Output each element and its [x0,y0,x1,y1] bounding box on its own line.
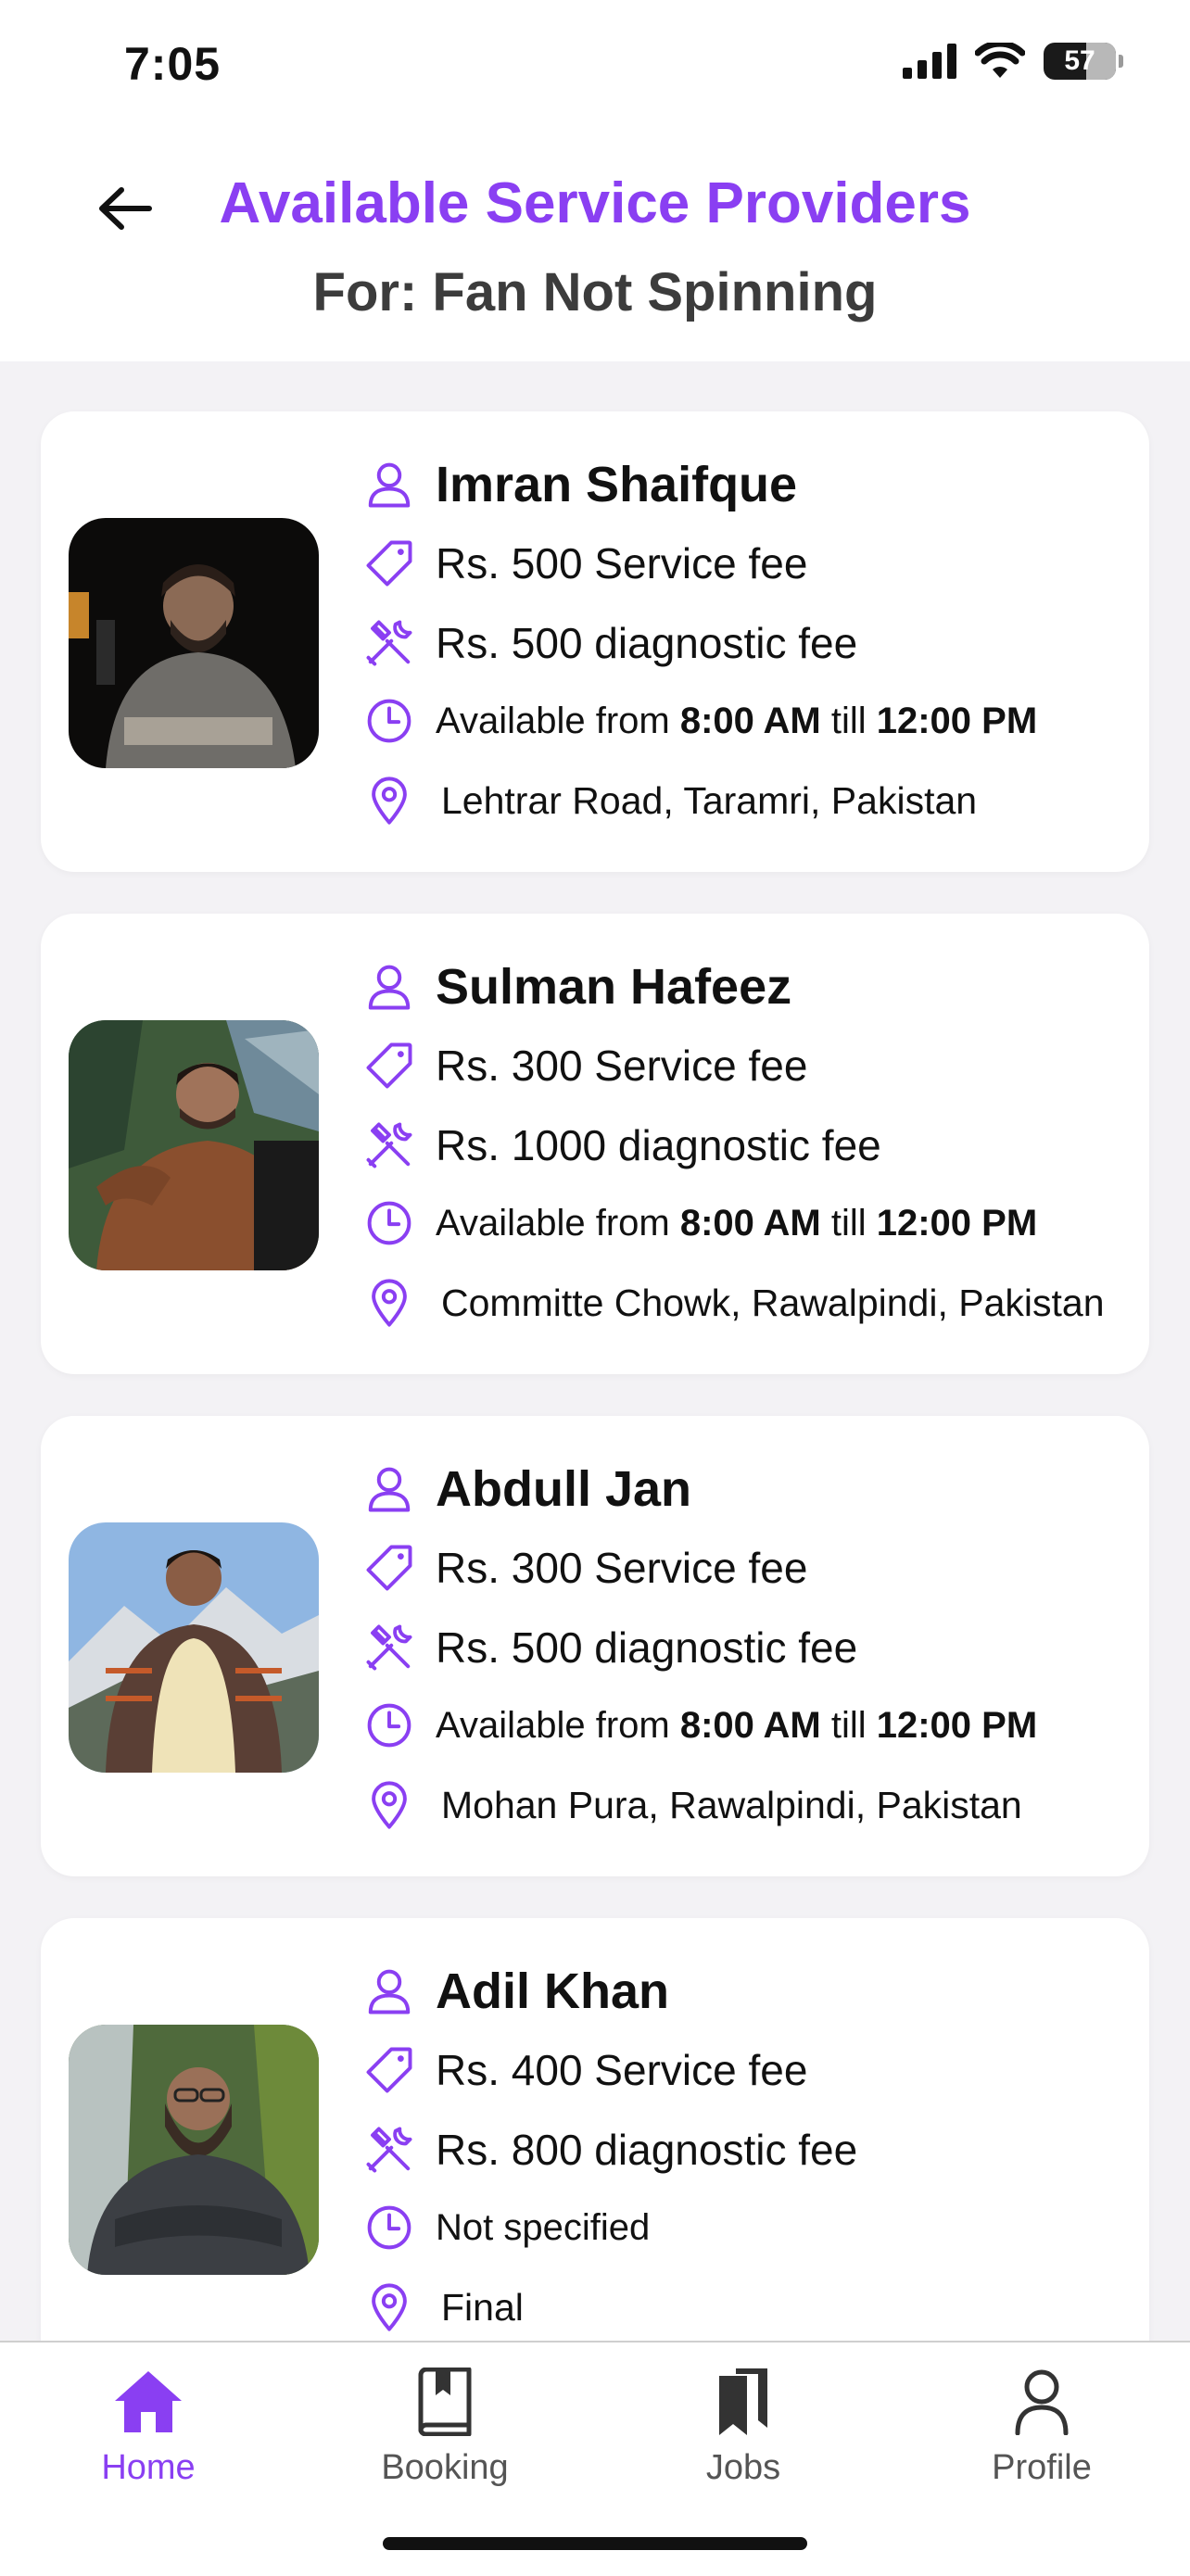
person-icon [361,1964,417,2019]
diagnostic-fee-row: Rs. 800 diagnostic fee [361,2122,857,2178]
provider-name-row: Abdull Jan [361,1460,691,1518]
map-pin-icon [361,1777,417,1833]
wifi-icon [975,43,1025,78]
tools-icon [361,1118,417,1173]
availability-row: Available from 8:00 AM till 12:00 PM [361,1195,1037,1251]
header: Available Service Providers For: Fan Not… [0,130,1190,361]
bookmarks-icon [719,2368,767,2435]
tab-profile[interactable]: Profile [930,2361,1153,2488]
tag-icon [361,2042,417,2098]
availability: Available from 8:00 AM till 12:00 PM [436,1202,1038,1244]
diagnostic-fee: Rs. 500 diagnostic fee [436,619,858,667]
provider-name-row: Adil Khan [361,1963,669,2020]
service-fee-row: Rs. 500 Service fee [361,536,807,591]
person-icon [361,457,417,512]
availability: Available from 8:00 AM till 12:00 PM [436,1704,1038,1746]
provider-list: Imran Shaifque Rs. 500 Service fee Rs. 5… [41,411,1149,2420]
location-row: Lehtrar Road, Taramri, Pakistan [361,773,977,828]
provider-card[interactable]: Abdull Jan Rs. 300 Service fee Rs. 500 d… [41,1416,1149,1876]
tools-icon [361,2122,417,2178]
location: Mohan Pura, Rawalpindi, Pakistan [441,1783,1022,1826]
location: Committe Chowk, Rawalpindi, Pakistan [441,1281,1105,1324]
availability-row: Not specified [361,2200,650,2255]
location-row: Final [361,2279,524,2335]
service-fee: Rs. 500 Service fee [436,539,808,587]
availability: Not specified [436,2206,651,2248]
provider-name: Abdull Jan [436,1461,692,1517]
tab-label: Home [101,2448,196,2487]
tools-icon [361,615,417,671]
provider-name: Adil Khan [436,1964,669,2019]
availability-row: Available from 8:00 AM till 12:00 PM [361,693,1037,749]
diagnostic-fee: Rs. 500 diagnostic fee [436,1623,858,1672]
tag-icon [361,1038,417,1093]
location-row: Mohan Pura, Rawalpindi, Pakistan [361,1777,1022,1833]
status-time: 7:05 [124,38,222,90]
home-icon [115,2371,182,2432]
diagnostic-fee: Rs. 1000 diagnostic fee [436,1121,881,1169]
page-subtitle: For: Fan Not Spinning [312,262,878,322]
clock-icon [361,2200,417,2255]
tools-icon [361,1620,417,1675]
provider-name: Sulman Hafeez [436,959,792,1015]
diagnostic-fee-row: Rs. 1000 diagnostic fee [361,1118,881,1173]
provider-card[interactable]: Sulman Hafeez Rs. 300 Service fee Rs. 10… [41,914,1149,1374]
provider-photo [69,1522,319,1773]
provider-photo [69,1020,319,1270]
tab-label: Booking [381,2448,509,2487]
tab-label: Jobs [705,2448,781,2487]
home-indicator[interactable] [383,2537,807,2550]
service-fee-row: Rs. 400 Service fee [361,2042,807,2098]
clock-icon [361,1195,417,1251]
location: Final [441,2285,524,2329]
person-icon [361,1461,417,1517]
clock-icon [361,1698,417,1753]
tab-home[interactable]: Home [37,2361,260,2488]
provider-name-row: Sulman Hafeez [361,958,791,1016]
tag-icon [361,536,417,591]
map-pin-icon [361,773,417,828]
service-fee-row: Rs. 300 Service fee [361,1038,807,1093]
tab-booking[interactable]: Booking [334,2361,556,2488]
clock-icon [361,693,417,749]
battery-icon: 57 [1044,43,1123,80]
diagnostic-fee-row: Rs. 500 diagnostic fee [361,615,857,671]
diagnostic-fee: Rs. 800 diagnostic fee [436,2126,858,2174]
provider-name-row: Imran Shaifque [361,456,797,513]
location: Lehtrar Road, Taramri, Pakistan [441,778,978,822]
map-pin-icon [361,1275,417,1331]
status-bar: 7:05 57 [0,0,1190,130]
provider-name: Imran Shaifque [436,457,798,512]
person-icon [1015,2369,1069,2435]
service-fee: Rs. 400 Service fee [436,2046,808,2094]
service-fee: Rs. 300 Service fee [436,1544,808,1592]
tab-jobs[interactable]: Jobs [632,2361,855,2488]
provider-card[interactable]: Imran Shaifque Rs. 500 Service fee Rs. 5… [41,411,1149,872]
provider-photo [69,2025,319,2275]
battery-level: 57 [1064,45,1095,76]
page-title: Available Service Providers [219,171,971,235]
diagnostic-fee-row: Rs. 500 diagnostic fee [361,1620,857,1675]
map-pin-icon [361,2279,417,2335]
book-icon [418,2368,472,2436]
provider-photo [69,518,319,768]
service-fee: Rs. 300 Service fee [436,1042,808,1090]
tab-label: Profile [992,2448,1092,2487]
availability: Available from 8:00 AM till 12:00 PM [436,700,1038,741]
location-row: Committe Chowk, Rawalpindi, Pakistan [361,1275,1105,1331]
signal-icon [903,44,956,79]
status-icons: 57 [903,43,1123,80]
tag-icon [361,1540,417,1596]
person-icon [361,959,417,1015]
service-fee-row: Rs. 300 Service fee [361,1540,807,1596]
availability-row: Available from 8:00 AM till 12:00 PM [361,1698,1037,1753]
provider-card[interactable]: Adil Khan Rs. 400 Service fee Rs. 800 di… [41,1918,1149,2379]
